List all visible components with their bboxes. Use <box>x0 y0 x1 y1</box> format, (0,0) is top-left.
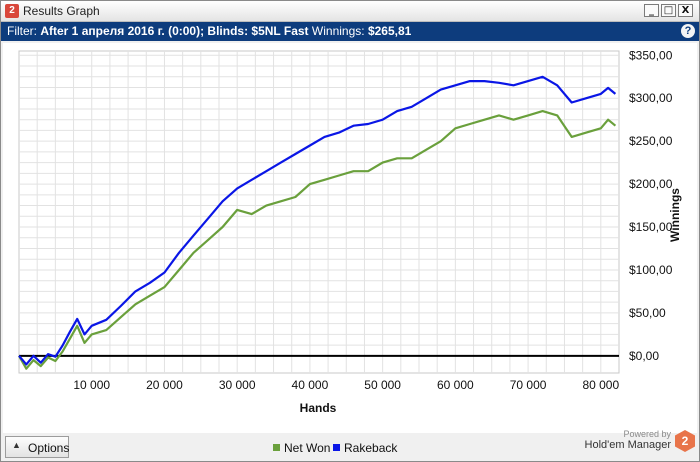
results-graph-window: 2 Results Graph _ □ X Filter: After 1 ап… <box>0 0 700 462</box>
close-button[interactable]: X <box>678 4 693 17</box>
legend-item-net-won[interactable]: Net Won <box>273 441 330 455</box>
winnings-label: Winnings: <box>311 24 365 38</box>
net-won-swatch-icon <box>273 444 280 451</box>
chart-grid <box>18 50 620 374</box>
legend-net-won-label: Net Won <box>284 441 331 455</box>
plot-area <box>18 50 620 374</box>
brand-name: Hold'em Manager <box>584 439 671 451</box>
app-logo-icon: 2 <box>5 4 19 18</box>
footer-bar: ▲ Options Net Won Rakeback Powered by Ho… <box>1 429 699 461</box>
expand-arrow-icon: ▲ <box>12 440 21 450</box>
brand-block: Powered by Hold'em Manager <box>585 429 671 451</box>
window-title: Results Graph <box>23 4 100 18</box>
y-tick-label: $50,00 <box>629 306 666 320</box>
x-axis-label: Hands <box>300 401 337 415</box>
legend-item-rakeback[interactable]: Rakeback <box>333 441 397 455</box>
hm-logo-icon: 2 <box>675 430 695 452</box>
x-tick-label: 20 000 <box>146 378 183 392</box>
x-tick-label: 50 000 <box>364 378 401 392</box>
options-label: Options <box>28 441 70 455</box>
winnings-value: $265,81 <box>367 24 412 38</box>
minimize-button[interactable]: _ <box>644 4 659 17</box>
rakeback-swatch-icon <box>333 444 340 451</box>
help-icon[interactable]: ? <box>681 24 695 38</box>
x-tick-label: 40 000 <box>292 378 329 392</box>
y-tick-label: $350,00 <box>629 48 673 62</box>
chart-panel: 10 000 20 000 30 000 40 000 50 000 60 000 70 0… <box>3 43 697 433</box>
x-tick-label: 60 000 <box>437 378 474 392</box>
x-tick-label: 80 000 <box>582 378 619 392</box>
x-tick-label: 30 000 <box>219 378 256 392</box>
y-tick-label: $150,00 <box>629 220 673 234</box>
x-tick-label: 10 000 <box>73 378 110 392</box>
y-tick-label: $300,00 <box>629 91 673 105</box>
filter-bar: Filter: After 1 апреля 2016 г. (0:00); B… <box>1 22 699 41</box>
y-tick-label: $250,00 <box>629 134 673 148</box>
maximize-button[interactable]: □ <box>661 4 676 17</box>
x-tick-label: 70 000 <box>510 378 547 392</box>
results-chart: 10 000 20 000 30 000 40 000 50 000 60 000 70 0… <box>18 48 682 415</box>
y-tick-label: $0,00 <box>629 349 659 363</box>
y-tick-label: $100,00 <box>629 263 673 277</box>
y-tick-label: $200,00 <box>629 177 673 191</box>
x-axis-ticks: 10 000 20 000 30 000 40 000 50 000 60 000 70 0… <box>73 378 619 392</box>
title-bar: 2 Results Graph _ □ X <box>1 1 699 22</box>
filter-date-value: After 1 апреля 2016 г. (0:00); <box>40 24 205 38</box>
filter-blinds-value: Blinds: $5NL Fast <box>207 24 309 38</box>
options-button[interactable]: ▲ Options <box>5 436 69 458</box>
y-axis-ticks: $0,00 $50,00 $100,00 $150,00 $200,00 $250,00 $… <box>629 48 673 363</box>
y-axis-label: Winnings <box>668 188 682 242</box>
legend-rakeback-label: Rakeback <box>344 441 398 455</box>
powered-by-text: Powered by <box>623 429 671 439</box>
filter-text: Filter: After 1 апреля 2016 г. (0:00); B… <box>7 24 411 38</box>
filter-label: Filter: <box>7 24 37 38</box>
